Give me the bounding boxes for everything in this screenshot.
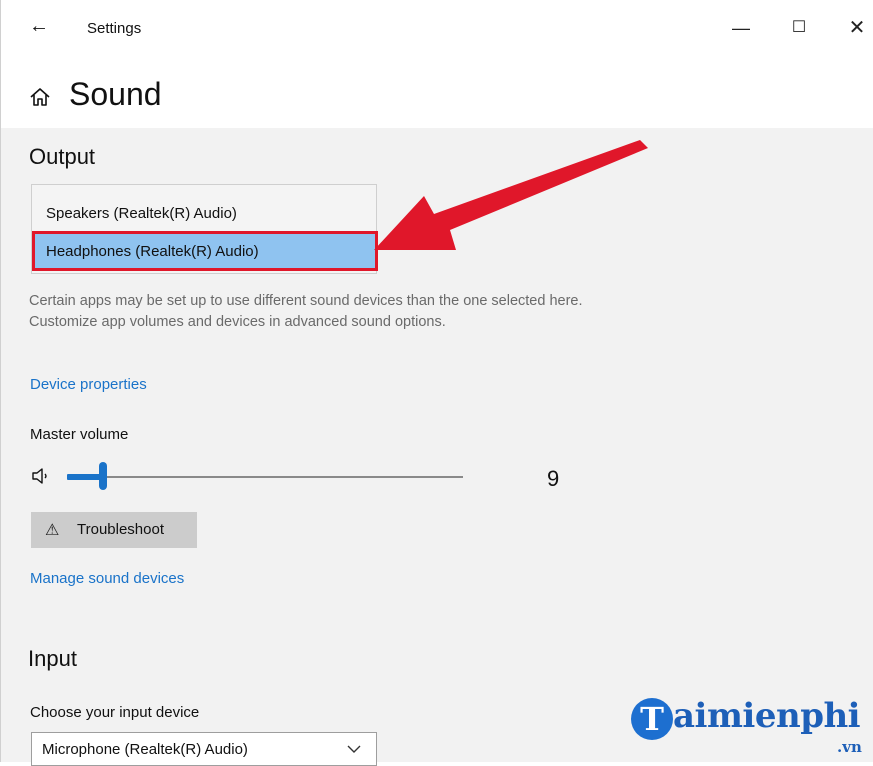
page-header: Sound xyxy=(0,62,873,128)
troubleshoot-label: Troubleshoot xyxy=(77,521,164,538)
page-title: Sound xyxy=(69,76,162,112)
volume-slider-fill xyxy=(67,474,103,480)
close-button[interactable]: ✕ xyxy=(839,10,873,46)
input-device-select[interactable]: Microphone (Realtek(R) Audio) xyxy=(31,732,377,766)
minimize-button[interactable]: — xyxy=(723,10,759,46)
input-section-title: Input xyxy=(28,646,77,671)
window-title: Settings xyxy=(87,20,142,37)
volume-slider-thumb[interactable] xyxy=(98,462,107,490)
input-device-label: Choose your input device xyxy=(30,704,200,721)
title-bar: ← Settings — ☐ ✕ xyxy=(0,0,873,62)
output-device-dropdown-list: Speakers (Realtek(R) Audio) Headphones (… xyxy=(31,184,378,274)
home-icon xyxy=(30,88,50,106)
watermark-suffix: .vn xyxy=(837,738,862,756)
warning-icon: ⚠ xyxy=(45,522,60,539)
volume-value: 9 xyxy=(547,466,560,491)
taimienphi-watermark: T aimienphi .vn xyxy=(627,688,867,762)
master-volume-label: Master volume xyxy=(30,426,129,443)
input-device-value: Microphone (Realtek(R) Audio) xyxy=(42,741,248,758)
device-properties-link[interactable]: Device properties xyxy=(30,376,147,393)
output-device-option-headphones[interactable]: Headphones (Realtek(R) Audio) xyxy=(32,231,378,271)
watermark-logo-letter: T xyxy=(631,698,673,740)
output-description: Certain apps may be set up to use differ… xyxy=(29,293,583,330)
annotation-arrow xyxy=(374,140,648,250)
output-device-option-speakers[interactable]: Speakers (Realtek(R) Audio) xyxy=(46,205,237,222)
watermark-text: aimienphi xyxy=(673,696,861,736)
manage-sound-devices-link[interactable]: Manage sound devices xyxy=(30,570,184,587)
speaker-icon[interactable] xyxy=(31,466,51,486)
output-section-title: Output xyxy=(29,144,96,169)
volume-slider-track[interactable] xyxy=(67,476,463,478)
chevron-down-icon xyxy=(347,745,361,753)
back-button[interactable]: ← xyxy=(25,12,53,40)
output-device-option-label: Headphones (Realtek(R) Audio) xyxy=(46,243,259,260)
maximize-button[interactable]: ☐ xyxy=(781,10,817,46)
troubleshoot-button[interactable]: ⚠ Troubleshoot xyxy=(31,512,197,548)
